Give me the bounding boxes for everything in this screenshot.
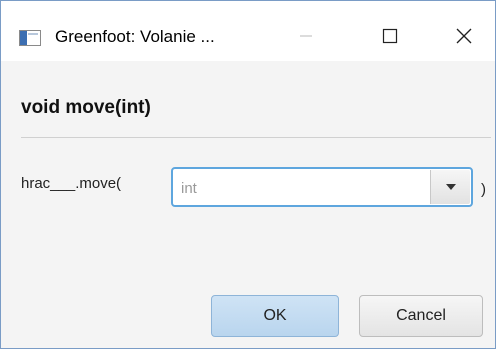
method-call-dialog: Greenfoot: Volanie ... void move(int) hr… [0, 0, 496, 349]
argument-combo-box[interactable] [171, 167, 473, 207]
minimize-button[interactable] [283, 15, 329, 61]
close-icon [456, 28, 472, 49]
chevron-down-icon [445, 178, 457, 196]
call-prefix-label: hrac___.move( [21, 175, 122, 192]
ok-button[interactable]: OK [211, 295, 339, 337]
title-bar[interactable]: Greenfoot: Volanie ... [1, 1, 495, 61]
argument-input[interactable] [181, 177, 421, 199]
cancel-button[interactable]: Cancel [359, 295, 483, 337]
maximize-icon [382, 28, 398, 49]
call-suffix-label: ) [481, 181, 486, 198]
header-divider [21, 137, 491, 138]
maximize-button[interactable] [367, 15, 413, 61]
method-signature: void move(int) [21, 97, 151, 118]
combo-dropdown-button[interactable] [430, 170, 470, 204]
close-button[interactable] [441, 15, 487, 61]
app-window-icon [19, 30, 41, 46]
window-title: Greenfoot: Volanie ... [55, 27, 215, 46]
minimize-icon [299, 29, 313, 48]
